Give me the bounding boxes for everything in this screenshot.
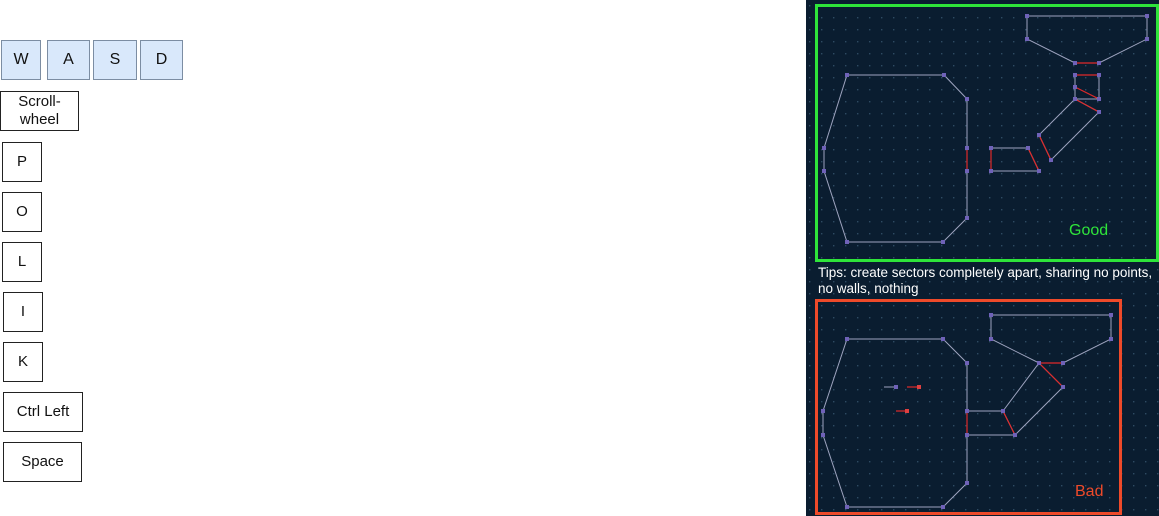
key-o[interactable]: O [2, 192, 42, 232]
key-d[interactable]: D [140, 40, 183, 80]
key-l[interactable]: L [2, 242, 42, 282]
key-scrollwheel-line2: wheel [19, 111, 60, 128]
key-w[interactable]: W [1, 40, 41, 80]
key-scrollwheel[interactable]: Scroll- wheel [0, 91, 79, 131]
good-label: Good [1069, 222, 1109, 239]
key-ctrl-left[interactable]: Ctrl Left [3, 392, 83, 432]
grid-background [806, 0, 1159, 516]
tips-diagram [806, 0, 1159, 516]
bad-label: Bad [1075, 483, 1104, 500]
tips-panel [806, 0, 1159, 516]
key-scrollwheel-line1: Scroll- [18, 93, 61, 110]
key-s[interactable]: S [93, 40, 137, 80]
key-p[interactable]: P [2, 142, 42, 182]
key-i[interactable]: I [3, 292, 43, 332]
key-a[interactable]: A [47, 40, 90, 80]
key-space[interactable]: Space [3, 442, 82, 482]
tips-text: Tips: create sectors completely apart, s… [818, 265, 1153, 296]
key-k[interactable]: K [3, 342, 43, 382]
